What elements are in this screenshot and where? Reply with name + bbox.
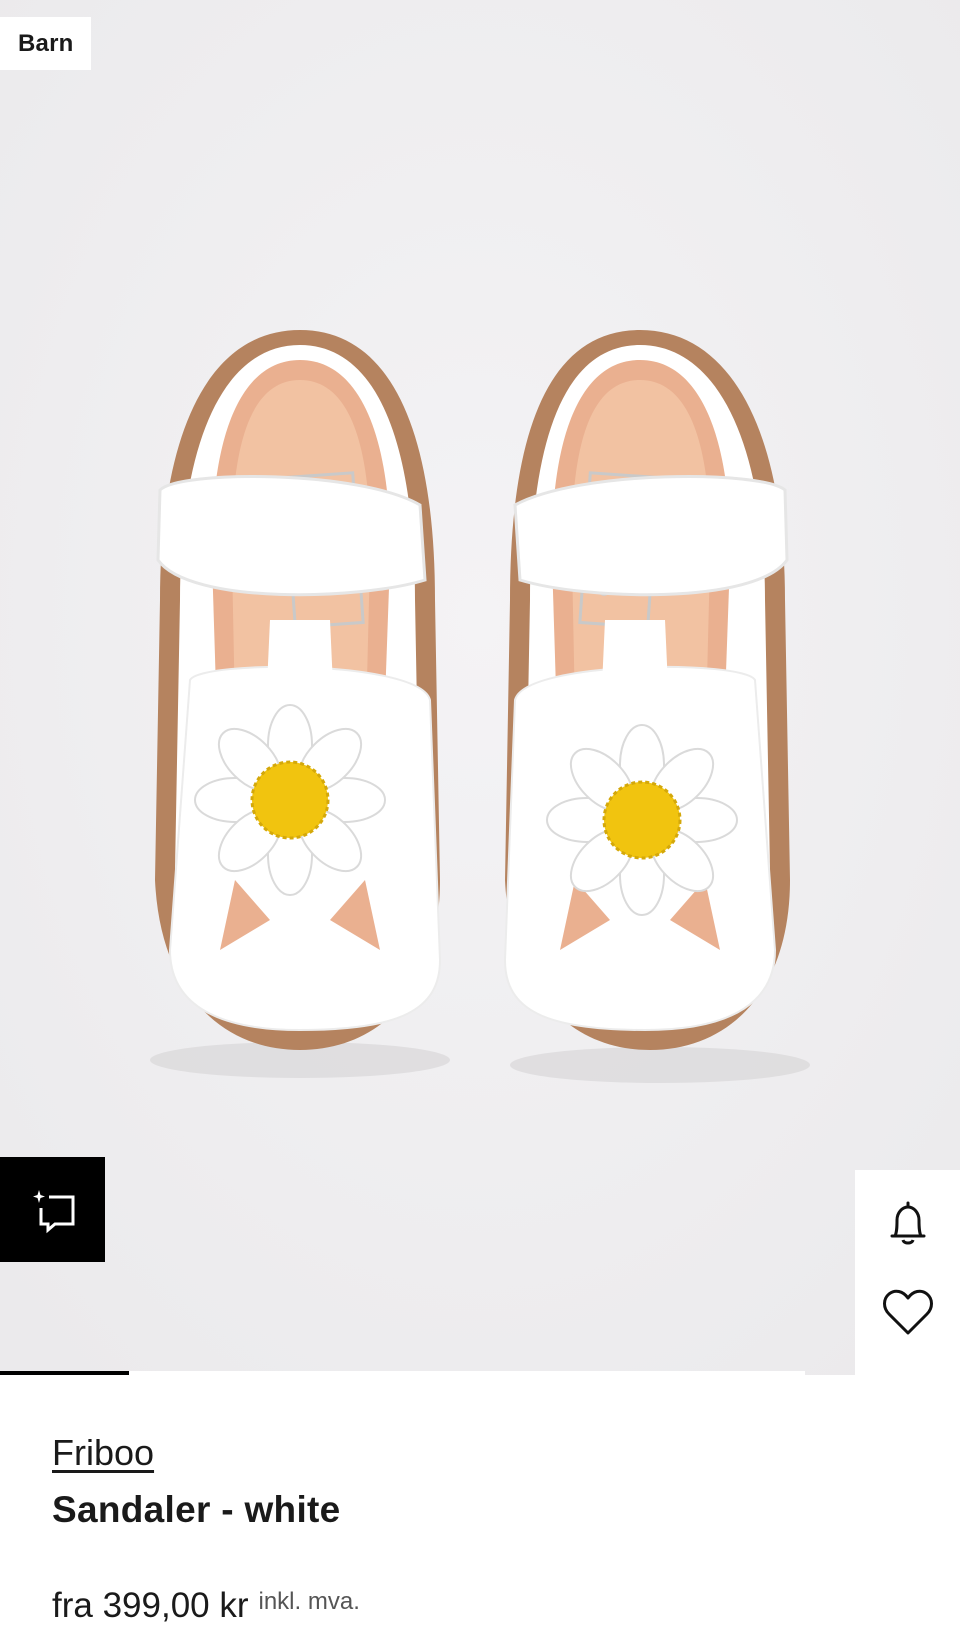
price: fra 399,00 kr: [52, 1586, 249, 1625]
left-sandal: FRIB: [155, 330, 442, 1050]
side-actions: [855, 1170, 960, 1380]
product-info: Friboo Sandaler - white fra 399,00 kr in…: [52, 1430, 912, 1626]
category-badge: Barn: [0, 17, 92, 70]
heart-icon: [882, 1289, 933, 1334]
bell-icon: [890, 1201, 925, 1244]
right-sandal: FRIB: [503, 330, 790, 1050]
vat-note: inkl. mva.: [258, 1588, 360, 1615]
wishlist-button[interactable]: [855, 1260, 960, 1365]
price-row: fra 399,00 kr inkl. mva.: [52, 1586, 912, 1626]
product-gallery[interactable]: FRIB: [0, 0, 960, 1375]
image-progress-fill: [0, 1371, 129, 1375]
product-name: Sandaler - white: [52, 1489, 341, 1530]
image-progress-track: [0, 1371, 805, 1375]
sparkle-frame-icon: [32, 1189, 74, 1233]
product-image[interactable]: FRIB: [0, 0, 960, 1375]
find-similar-button[interactable]: [0, 1157, 105, 1262]
brand-link[interactable]: Friboo: [52, 1430, 154, 1476]
